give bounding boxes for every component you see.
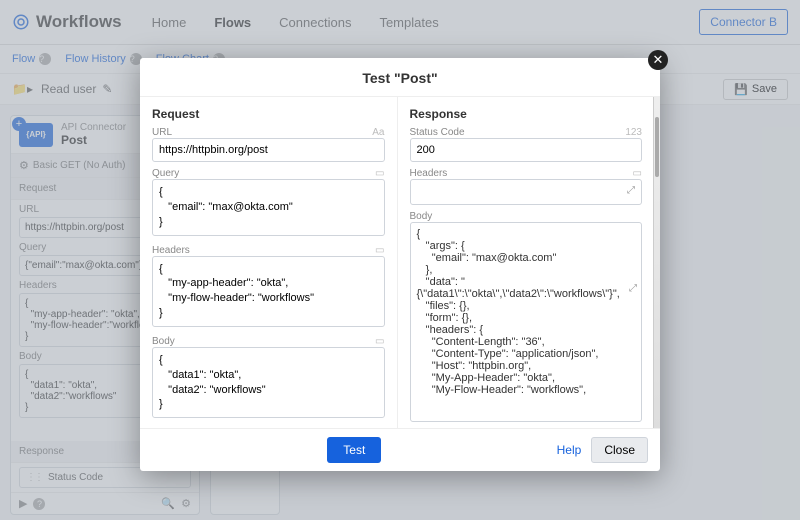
- dialog-footer: Test Help Close: [140, 428, 660, 471]
- url-label: URL: [152, 127, 172, 138]
- body-input[interactable]: { "data1": "okta", "data2": "workflows" …: [152, 347, 385, 418]
- response-headers-value[interactable]: ⤢: [410, 179, 643, 205]
- text-type-icon: Aa: [372, 127, 384, 138]
- status-code-value[interactable]: [410, 138, 643, 162]
- scroll-thumb[interactable]: [655, 117, 659, 177]
- object-icon: ▭: [375, 336, 384, 347]
- response-heading: Response: [410, 107, 643, 121]
- close-icon[interactable]: ✕: [648, 50, 668, 70]
- dialog-title: Test "Post": [140, 58, 660, 96]
- expand-icon[interactable]: ⤢: [627, 185, 635, 196]
- modal-overlay: ✕ Test "Post" Request URL Aa Query ▭ { "em…: [0, 0, 800, 520]
- response-column: Response Status Code123 Headers▭ ⤢ Body …: [397, 97, 661, 428]
- object-icon: ▭: [633, 168, 642, 179]
- status-label: Status Code: [410, 127, 465, 138]
- body-label: Body: [152, 336, 175, 347]
- headers-input[interactable]: { "my-app-header": "okta", "my-flow-head…: [152, 256, 385, 327]
- response-body-value[interactable]: ⤢{ "args": { "email": "max@okta.com" }, …: [410, 222, 643, 422]
- headers-label: Headers: [410, 168, 448, 179]
- help-button[interactable]: Help: [557, 443, 582, 457]
- request-heading: Request: [152, 107, 385, 121]
- headers-label: Headers: [152, 245, 190, 256]
- url-input[interactable]: [152, 138, 385, 162]
- test-button[interactable]: Test: [327, 437, 381, 463]
- object-icon: ▭: [375, 168, 384, 179]
- body-label: Body: [410, 211, 433, 222]
- query-input[interactable]: { "email": "max@okta.com" }: [152, 179, 385, 236]
- test-dialog: ✕ Test "Post" Request URLAa Query▭ { "em…: [140, 58, 660, 471]
- scrollbar[interactable]: [653, 97, 660, 428]
- number-type-icon: 123: [625, 127, 642, 138]
- object-icon: ▭: [375, 245, 384, 256]
- query-label: Query: [152, 168, 179, 179]
- request-column: Request URL Aa Query ▭ { "email": "max@okt…: [140, 97, 397, 428]
- close-button[interactable]: Close: [591, 437, 648, 463]
- expand-icon[interactable]: ⤢: [629, 283, 637, 294]
